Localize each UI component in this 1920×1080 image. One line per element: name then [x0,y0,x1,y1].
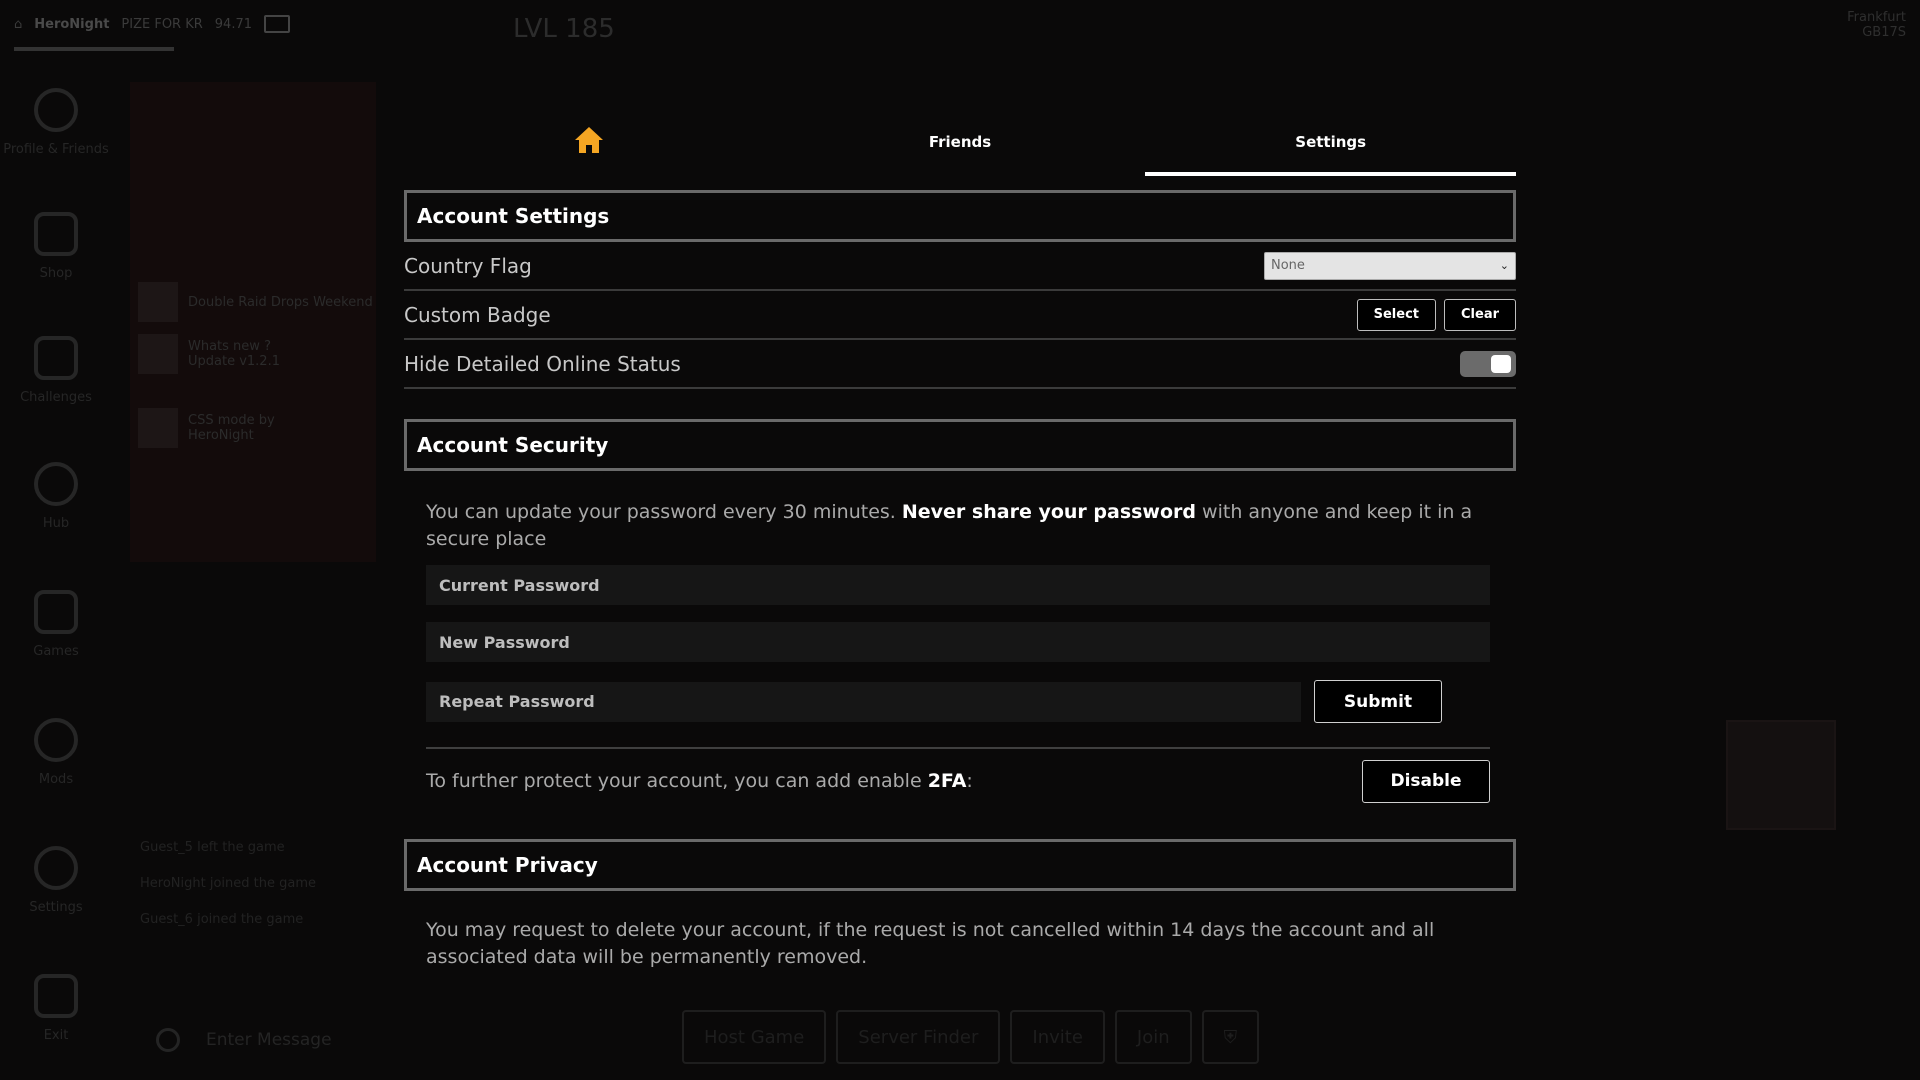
background-region-sub: GB17S [1862,25,1906,40]
country-flag-label: Country Flag [404,253,532,278]
tab-friends[interactable]: Friends [775,110,1146,174]
background-sidebar-label: Games [33,644,79,659]
account-privacy-header: Account Privacy [404,839,1516,891]
country-flag-select[interactable]: None ⌄ [1264,251,1516,280]
account-deletion-text: You may request to delete your account, … [426,919,1435,968]
tab-bar: Friends Settings [404,110,1516,176]
background-news-title: Whats new ? [188,339,271,354]
background-sidebar-label: Hub [42,516,70,531]
background-sidebar-item: Settings [0,846,112,915]
background-sidebar-item: Challenges [0,336,112,405]
flag-icon [34,336,78,380]
background-player-name: HeroNight [34,16,110,32]
news-thumbnail [138,408,178,448]
home-small-icon: ⌂ [14,16,23,32]
background-sidebar-item: Games [0,590,112,659]
background-sidebar-label: Exit [43,1028,69,1043]
password-policy-pre: You can update your password every 30 mi… [426,501,902,523]
exit-icon [34,974,78,1018]
background-news-panel: Double Raid Drops Weekend Whats new ? Upd… [130,82,376,562]
background-region-name: Frankfurt [1847,10,1906,25]
palette-icon [34,718,78,762]
custom-badge-row: Custom Badge Select Clear [404,291,1516,340]
password-policy-strong: Never share your password [901,501,1197,523]
background-player-tag: PIZE FOR KR [121,16,203,32]
home-icon [573,124,605,160]
background-level: LVL 185 [513,14,615,44]
background-chat-input: Enter Message [130,1018,430,1062]
background-sidebar-label: Shop [39,266,73,281]
tab-home[interactable] [404,110,775,174]
background-news-title: Double Raid Drops Weekend [188,294,373,310]
home-icon-graphic [575,127,604,153]
background-news-item: Whats new ? Update v1.2.1 [138,334,280,374]
new-password-input[interactable]: New Password [426,622,1490,662]
country-flag-row: Country Flag None ⌄ [404,242,1516,291]
password-policy-text: You can update your password every 30 mi… [426,499,1490,553]
repeat-password-row: Repeat Password Submit [426,680,1490,723]
news-thumbnail [138,282,178,322]
twofa-text: To further protect your account, you can… [426,768,973,795]
chevron-down-icon: ⌄ [1499,259,1509,272]
globe-icon [34,462,78,506]
twofa-post: : [966,769,973,792]
submit-button[interactable]: Submit [1314,680,1442,723]
chat-message: HeroNight joined the game [140,876,316,891]
background-xp-bar [14,47,174,51]
news-thumbnail [138,334,178,374]
custom-badge-label: Custom Badge [404,302,551,327]
gear-icon [34,846,78,890]
background-sidebar-item: Mods [0,718,112,787]
chat-message: Guest_5 left the game [140,840,285,855]
background-currency: 94.71 [214,16,252,32]
globe-icon [156,1028,180,1052]
disable-2fa-button[interactable]: Disable [1362,759,1490,803]
twofa-strong: 2FA [927,769,967,792]
repeat-password-input[interactable]: Repeat Password [426,681,1301,722]
background-region: Frankfurt GB17S [1847,10,1906,40]
country-flag-value: None [1271,258,1305,273]
background-sidebar-label: Profile & Friends [3,142,109,157]
background-news-sub: HeroNight [188,428,254,443]
custom-badge-buttons: Select Clear [1356,298,1516,331]
background-character [1726,720,1836,830]
gamepad-icon [34,590,78,634]
account-privacy-body: You may request to delete your account, … [404,891,1516,971]
background-news-item: Double Raid Drops Weekend [138,282,373,322]
background-sidebar-item: Exit [0,974,112,1043]
badge-select-button[interactable]: Select [1356,298,1436,331]
current-password-input[interactable]: Current Password [426,565,1490,605]
account-settings-header: Account Settings [404,190,1516,242]
hide-status-row: Hide Detailed Online Status [404,340,1516,389]
background-news-item: CSS mode by HeroNight [138,408,275,448]
background-news-title: CSS mode by [188,413,275,428]
hide-status-toggle[interactable] [1460,350,1516,377]
person-icon [34,88,78,132]
twofa-row: To further protect your account, you can… [426,759,1490,803]
background-sidebar-label: Mods [38,772,74,787]
background-sidebar-label: Settings [29,900,83,915]
mail-icon [264,15,290,33]
shop-icon [34,212,78,256]
hide-status-label: Hide Detailed Online Status [404,351,681,376]
account-security-header: Account Security [404,419,1516,471]
background-sidebar-item: Shop [0,212,112,281]
background-sidebar-label: Challenges [20,390,92,405]
chat-placeholder: Enter Message [206,1030,332,1050]
settings-panel: Friends Settings Account Settings Countr… [404,110,1516,1080]
account-security-body: You can update your password every 30 mi… [404,471,1516,803]
background-news-sub: Update v1.2.1 [188,354,280,369]
toggle-knob [1491,354,1511,373]
badge-clear-button[interactable]: Clear [1444,298,1516,331]
background-news-text: Whats new ? Update v1.2.1 [188,339,280,369]
background-sidebar: Profile & Friends Shop Challenges Hub Ga… [0,70,112,1080]
background-news-text: CSS mode by HeroNight [188,413,275,443]
background-sidebar-item: Hub [0,462,112,531]
chat-message: Guest_6 joined the game [140,912,304,927]
security-divider [426,747,1490,749]
background-sidebar-item: Profile & Friends [0,88,112,157]
twofa-pre: To further protect your account, you can… [426,769,928,792]
tab-settings[interactable]: Settings [1145,110,1516,176]
background-chat-log: Guest_5 left the game HeroNight joined t… [140,830,316,938]
